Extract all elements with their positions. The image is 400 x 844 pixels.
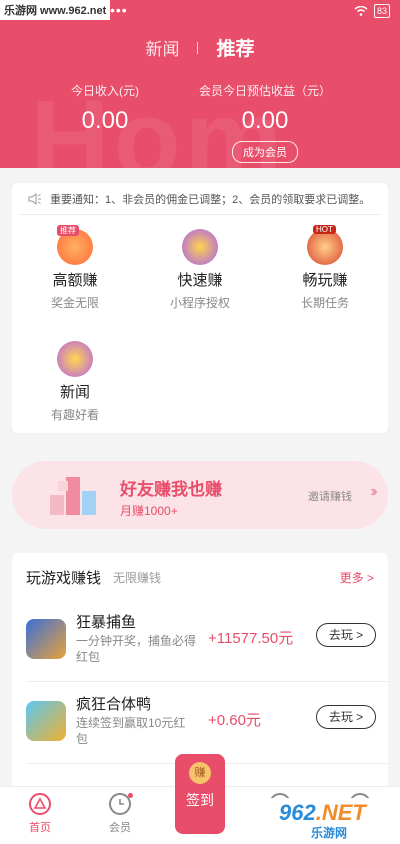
tab-divider <box>197 41 199 54</box>
gift-icon: 推荐 <box>57 225 93 265</box>
status-dots: ••• <box>110 2 128 18</box>
feature-title: 快速赚 <box>177 272 223 289</box>
game-reward: +0.60元 <box>208 712 261 729</box>
become-member-button[interactable]: 成为会员 <box>232 141 298 163</box>
feature-card: 重要通知：1、非会员的佣金已调整；2、会员的领取要求已调整。 推荐 高额赚 奖金… <box>12 183 388 433</box>
game-desc: 连续签到赢取10元红包 <box>76 716 186 746</box>
tab-home[interactable]: 首页 <box>15 793 65 835</box>
games-subtitle: 无限赚钱 <box>113 571 162 585</box>
game-name: 狂暴捕鱼 <box>76 614 137 631</box>
notification-dot <box>128 793 133 798</box>
today-income-label: 今日收入(元) <box>71 84 139 98</box>
game-reward: +11577.50元 <box>208 630 294 647</box>
more-link[interactable]: 更多 > <box>340 569 374 586</box>
duck-game-icon <box>26 701 66 741</box>
battery-icon: 83 <box>373 4 390 18</box>
treasure-icon <box>182 229 218 265</box>
invite-label: 邀请赚钱 <box>308 491 352 503</box>
game-name: 疯狂合体鸭 <box>76 696 152 713</box>
member-estimate-value: 0.00 <box>241 107 289 134</box>
games-header: 玩游戏赚钱 无限赚钱 更多 > <box>26 567 374 588</box>
today-income-value: 0.00 <box>81 107 129 134</box>
speaker-icon <box>28 192 42 205</box>
today-income: 今日收入(元) 0.00 <box>55 82 155 135</box>
feature-subtitle: 有趣好看 <box>50 408 99 422</box>
feature-title: 新闻 <box>59 384 90 401</box>
feature-subtitle: 长期任务 <box>300 296 349 310</box>
tab-member-label: 会员 <box>109 822 131 834</box>
chevrons-right-icon: ››› <box>370 483 378 500</box>
hot-tag: HOT <box>313 225 336 234</box>
gift-boxes-icon <box>50 477 96 515</box>
news-icon <box>57 341 93 377</box>
game-row[interactable]: 狂暴捕鱼 一分钟开奖，捕鱼必得红包 +11577.50元 去玩 > <box>26 605 376 675</box>
notice-bar[interactable]: 重要通知：1、非会员的佣金已调整；2、会员的领取要求已调整。 <box>18 183 382 215</box>
feature-grid: 推荐 高额赚 奖金无限 快速赚 小程序授权 HOT 畅玩赚 长期任务 新闻 有趣… <box>12 215 388 433</box>
feature-news[interactable]: 新闻 有趣好看 <box>20 341 130 423</box>
member-estimate-label: 会员今日预估收益（元） <box>198 84 331 98</box>
fortune-god-icon: HOT <box>307 225 343 265</box>
top-tabs: 新闻 推荐 <box>0 34 400 61</box>
feature-title: 高额赚 <box>52 272 98 289</box>
feature-play-earn[interactable]: HOT 畅玩赚 长期任务 <box>270 225 380 311</box>
watermark-brand: 962.NET <box>279 800 366 825</box>
notice-text: 重要通知：1、非会员的佣金已调整；2、会员的领取要求已调整。 <box>50 193 371 206</box>
feature-title: 畅玩赚 <box>302 272 348 289</box>
watermark-site: 乐游网 <box>311 826 348 840</box>
banner-subtitle: 月赚1000+ <box>120 504 178 518</box>
feature-high-earn[interactable]: 推荐 高额赚 奖金无限 <box>20 225 130 311</box>
play-button[interactable]: 去玩 > <box>316 623 376 647</box>
tab-member[interactable]: 会员 <box>95 793 145 835</box>
play-button[interactable]: 去玩 > <box>316 705 376 729</box>
recommend-tag: 推荐 <box>57 225 79 236</box>
status-bar: 乐游网 www.962.net ••• 83 <box>0 0 400 26</box>
invite-banner[interactable]: 好友赚我也赚 月赚1000+ 邀请赚钱 ››› <box>12 461 388 529</box>
tab-recommend[interactable]: 推荐 <box>216 34 254 61</box>
divider <box>26 681 388 682</box>
game-desc: 一分钟开奖，捕鱼必得红包 <box>76 634 197 664</box>
fish-game-icon <box>26 619 66 659</box>
games-title: 玩游戏赚钱 <box>26 570 102 587</box>
sign-in-label: 签到 <box>186 792 214 808</box>
watermark-top: 乐游网 www.962.net <box>0 0 111 20</box>
wifi-icon <box>354 6 368 16</box>
status-icons: 83 <box>354 4 390 18</box>
feature-quick-earn[interactable]: 快速赚 小程序授权 <box>145 229 255 311</box>
member-estimate: 会员今日预估收益（元） 0.00 成为会员 <box>190 82 340 163</box>
game-row[interactable]: 疯狂合体鸭 连续签到赢取10元红包 +0.60元 去玩 > <box>26 687 376 757</box>
sign-in-button[interactable]: 赚 签到 <box>175 754 225 834</box>
clock-icon <box>109 793 133 815</box>
coin-icon: 赚 <box>189 762 211 784</box>
header: Hom 新闻 推荐 今日收入(元) 0.00 会员今日预估收益（元） 0.00 … <box>0 26 400 168</box>
feature-subtitle: 奖金无限 <box>50 296 99 310</box>
tab-news[interactable]: 新闻 <box>145 35 179 60</box>
feature-subtitle: 小程序授权 <box>169 296 230 310</box>
home-icon <box>29 793 51 815</box>
tab-home-label: 首页 <box>29 822 51 834</box>
watermark-logo: 962.NET 乐游网 <box>261 798 396 842</box>
banner-title: 好友赚我也赚 <box>120 480 222 499</box>
